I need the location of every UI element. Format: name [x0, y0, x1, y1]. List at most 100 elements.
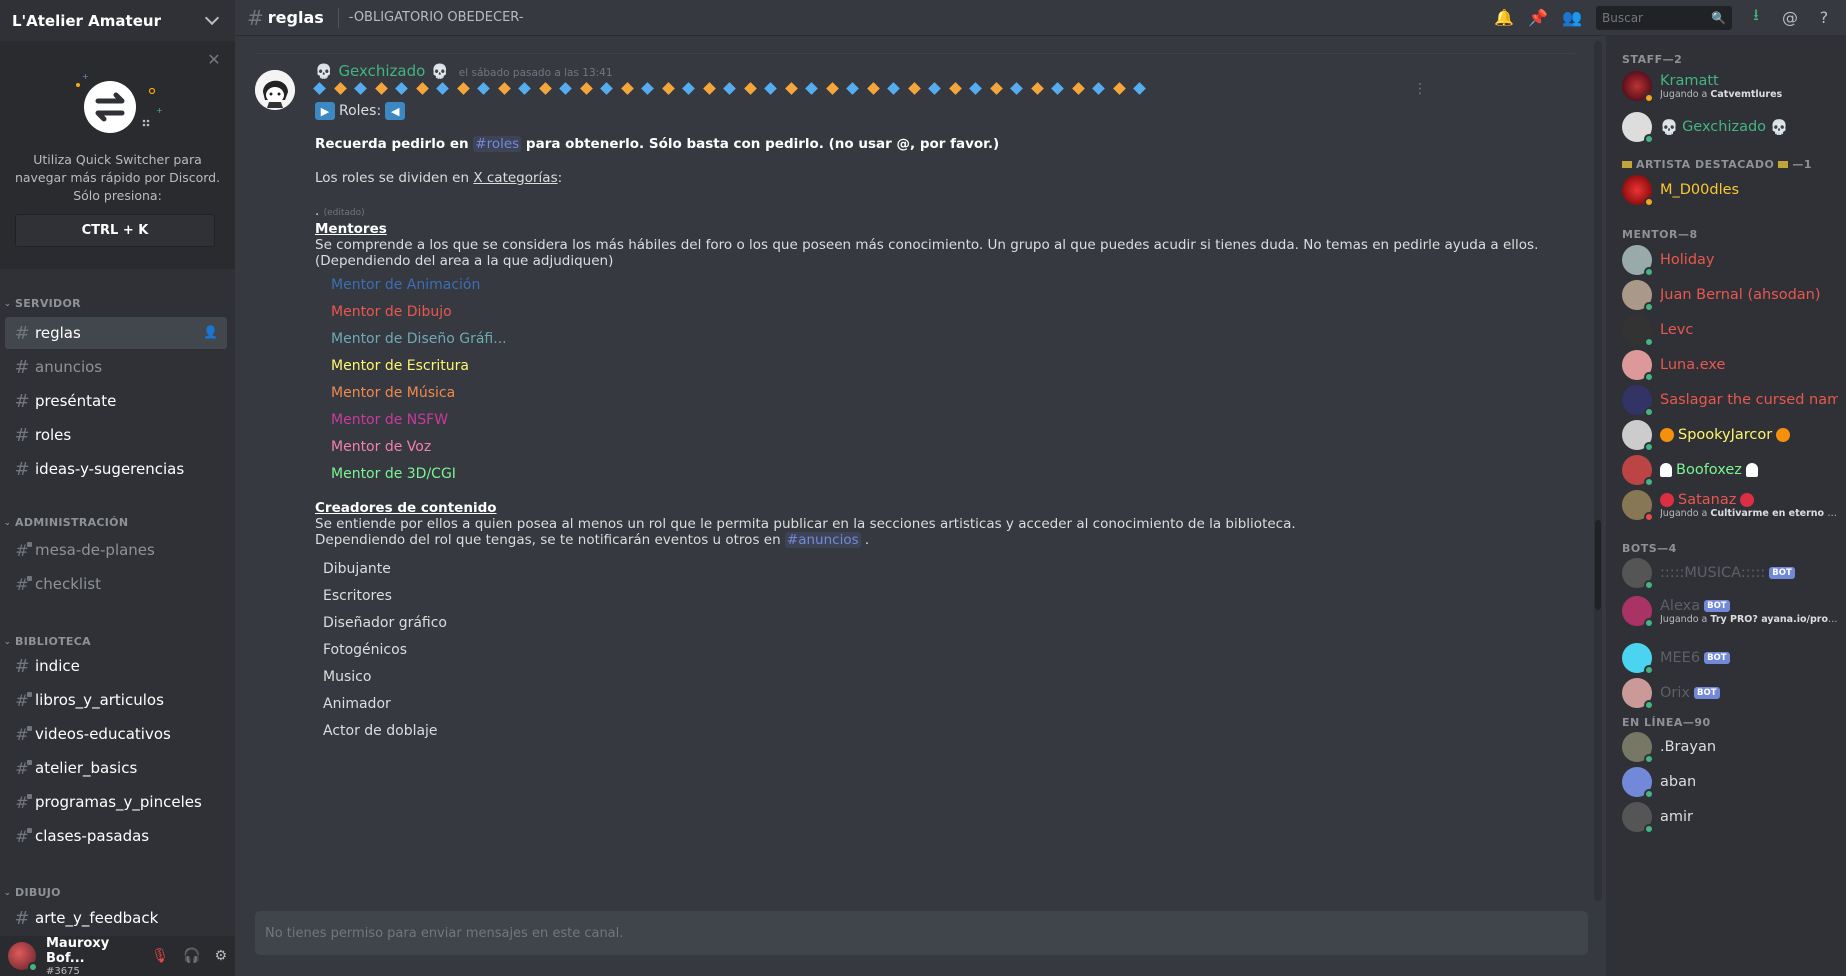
avatar — [1622, 767, 1654, 799]
member-row[interactable]: Levc — [1622, 310, 1846, 350]
member-row[interactable]: aban — [1622, 762, 1846, 802]
member-row[interactable]: .Brayan — [1622, 727, 1846, 767]
divider — [255, 53, 1575, 54]
bell-icon[interactable]: 🔔 — [1494, 8, 1514, 28]
member-row[interactable]: Saslagar the cursed nam... — [1622, 380, 1846, 420]
channel-title: reglas — [267, 8, 324, 27]
arrow-left-icon: ◀ — [385, 102, 406, 120]
member-row[interactable]: Satanaz Jugando a Cultivarme en eterno c… — [1622, 485, 1846, 525]
channel-presentate[interactable]: # preséntate — [5, 385, 227, 417]
avatar[interactable] — [8, 942, 38, 972]
role-voz: Mentor de Voz — [331, 439, 432, 455]
diamond-icon — [333, 82, 347, 95]
mentores-desc-1: Se comprende a los que se considera los … — [315, 237, 1539, 253]
channel-topic[interactable]: -OBLIGATORIO OBEDECER- — [349, 10, 1494, 25]
channel-programas-y-pinceles[interactable]: # programas_y_pinceles — [5, 786, 227, 818]
mention-icon[interactable]: @ — [1780, 8, 1800, 28]
channel-libros-y-articulos[interactable]: # libros_y_articulos — [5, 684, 227, 716]
invite-icon[interactable]: 👤 — [203, 325, 219, 341]
download-icon[interactable]: ⭳ — [1746, 5, 1766, 28]
member-name: Luna.exe — [1660, 357, 1726, 373]
member-row[interactable]: Juan Bernal (ahsodan) — [1622, 275, 1846, 315]
user-names: Mauroxy Bof... #3675 — [46, 936, 151, 976]
member-row[interactable]: Holiday — [1622, 240, 1846, 280]
categorias-colon: : — [557, 170, 563, 186]
more-options-icon[interactable]: ⋮ — [1413, 81, 1427, 97]
bot-badge: BOT — [1693, 687, 1720, 699]
message-header: 💀 Gexchizado 💀 el sábado pasado a las 13… — [315, 62, 613, 80]
avatar — [1622, 678, 1654, 710]
channel-label: reglas — [35, 324, 81, 342]
gear-icon[interactable]: ⚙ — [214, 948, 227, 964]
channel-anuncios[interactable]: # anuncios — [5, 351, 227, 383]
member-row[interactable]: SpookyJarcor — [1622, 415, 1846, 455]
member-row[interactable]: M_D00dles — [1622, 170, 1846, 210]
member-row[interactable]: Boofoxez — [1622, 450, 1846, 490]
members-icon[interactable]: 👥 — [1562, 8, 1582, 28]
message-author[interactable]: Gexchizado — [338, 62, 425, 80]
message-timestamp: el sábado pasado a las 13:41 — [458, 67, 613, 79]
mute-microphone-icon[interactable]: 🎙 — [151, 948, 169, 964]
channel-ideas-y-sugerencias[interactable]: # ideas-y-sugerencias — [5, 453, 227, 485]
role-3d: Mentor de 3D/CGI — [331, 466, 456, 482]
qs-line-3: Sólo presiona: — [73, 188, 162, 203]
member-name: Boofoxez — [1660, 462, 1758, 478]
channel-arte-y-feedback[interactable]: # arte_y_feedback — [5, 902, 227, 934]
category-dibujo[interactable]: ⌄ DIBUJO — [4, 886, 61, 899]
skull-icon: 💀 — [431, 64, 449, 80]
channel-indice[interactable]: # indice — [5, 650, 227, 682]
scrollbar-track[interactable] — [1594, 41, 1602, 901]
category-biblioteca[interactable]: ⌄ BIBLIOTECA — [4, 635, 91, 648]
channel-roles[interactable]: # roles — [5, 419, 227, 451]
member-row[interactable]: Luna.exe — [1622, 345, 1846, 385]
diamond-icon — [887, 82, 900, 95]
headphones-icon[interactable]: 🎧 — [183, 948, 200, 964]
diamond-icon — [374, 82, 388, 95]
hash-icon: # — [14, 907, 30, 929]
member-name: Alexa BOT — [1660, 598, 1838, 614]
member-row[interactable]: Alexa BOT Jugando a Try PRO? ayana.io/pro… — [1622, 591, 1846, 631]
member-row[interactable]: Kramatt Jugando a Catvemtlures — [1622, 66, 1846, 106]
creator-role: Escritores — [323, 588, 392, 604]
category-label: BIBLIOTECA — [15, 635, 91, 648]
channel-mention-anuncios[interactable]: #anuncios — [784, 532, 861, 548]
channel-clases-pasadas[interactable]: # clases-pasadas — [5, 820, 227, 852]
category-administracion[interactable]: ⌄ ADMINISTRACIÓN — [4, 516, 128, 529]
channel-atelier-basics[interactable]: # atelier_basics — [5, 752, 227, 784]
locked-hash-icon: # — [13, 575, 32, 594]
channel-checklist[interactable]: # checklist — [5, 568, 227, 600]
hash-icon: # — [14, 458, 30, 480]
member-name: Juan Bernal (ahsodan) — [1660, 287, 1821, 303]
member-row[interactable]: :::::MÚSICA::::: BOT — [1622, 553, 1846, 593]
member-row[interactable]: amir — [1622, 797, 1846, 837]
creator-role: Musico — [323, 669, 372, 685]
channel-mesa-de-planes[interactable]: # mesa-de-planes — [5, 534, 227, 566]
channel-mention-roles[interactable]: #roles — [473, 136, 522, 152]
member-name: :::::MÚSICA::::: BOT — [1660, 565, 1795, 581]
avatar — [1622, 280, 1654, 312]
diamond-divider — [313, 82, 1146, 95]
scrollbar-thumb[interactable] — [1595, 520, 1601, 610]
caret-down-icon: ⌄ — [4, 637, 12, 646]
quick-switcher-shortcut-button[interactable]: CTRL + K — [15, 214, 215, 247]
member-row[interactable]: MEE6 BOT — [1622, 638, 1846, 678]
guild-header[interactable]: L'Atelier Amateur — [0, 0, 235, 41]
diamond-icon — [477, 82, 490, 95]
caret-down-icon: ⌄ — [4, 888, 12, 897]
member-row[interactable]: Orix BOT — [1622, 673, 1846, 713]
chevron-down-icon[interactable] — [204, 10, 220, 26]
help-icon[interactable]: ? — [1814, 8, 1834, 28]
channel-reglas[interactable]: # reglas 👤 — [5, 317, 227, 349]
user-controls: 🎙 🎧 ⚙ — [151, 948, 227, 964]
channel-videos-educativos[interactable]: # videos-educativos — [5, 718, 227, 750]
member-row[interactable]: 💀 Gexchizado 💀 — [1622, 107, 1846, 147]
search-input[interactable]: Buscar 🔍 — [1596, 5, 1732, 30]
member-name-text: Alexa — [1660, 597, 1701, 614]
diamond-icon — [1030, 82, 1044, 95]
member-name-text: SpookyJarcor — [1678, 427, 1773, 443]
diamond-icon — [661, 82, 675, 95]
pin-icon[interactable]: 📌 — [1528, 8, 1548, 28]
category-servidor[interactable]: ⌄ SERVIDOR — [4, 297, 81, 310]
close-icon[interactable]: ✕ — [207, 52, 221, 68]
avatar[interactable] — [255, 70, 295, 110]
